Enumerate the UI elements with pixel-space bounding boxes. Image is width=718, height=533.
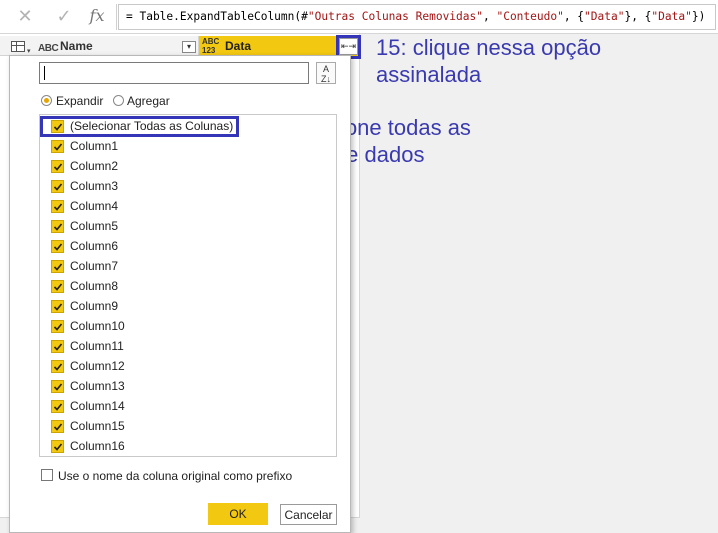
formula-text: , {	[563, 10, 585, 23]
annotation-step-15: 15: clique nessa opção assinalada	[376, 34, 601, 88]
column-item-label: Column7	[70, 259, 119, 273]
checkbox-checked[interactable]	[51, 140, 64, 153]
filter-dropdown-icon[interactable]: ▾	[182, 41, 196, 53]
name-column-label: Name	[60, 39, 93, 53]
radio-label-aggregate: Agregar	[127, 94, 170, 108]
column-list-item[interactable]: Column2	[40, 156, 336, 176]
column-list-item[interactable]: Column12	[40, 356, 336, 376]
prefix-label: Use o nome da coluna original como prefi…	[58, 469, 293, 483]
checkbox-checked[interactable]	[51, 420, 64, 433]
checkbox-checked[interactable]	[51, 260, 64, 273]
data-column-header[interactable]: ABC 123 Data	[199, 36, 336, 56]
annotation-text: 15: clique nessa opção	[376, 35, 602, 60]
column-list-item[interactable]: Column16	[40, 436, 336, 456]
checkbox-checked[interactable]	[51, 180, 64, 193]
formula-string: "Data"	[584, 10, 625, 23]
annotation-text: assinalada	[376, 62, 482, 87]
checkbox-checked[interactable]	[51, 320, 64, 333]
column-item-label: Column1	[70, 139, 119, 153]
checkbox-checked[interactable]	[51, 160, 64, 173]
checkbox-checked[interactable]	[51, 280, 64, 293]
formula-separator	[116, 4, 117, 30]
checkbox-checked[interactable]	[51, 300, 64, 313]
formula-string: "Outras Colunas Removidas"	[307, 10, 483, 23]
column-list-item[interactable]: Column6	[40, 236, 336, 256]
column-item-label: Column5	[70, 219, 119, 233]
column-list-item[interactable]: Column7	[40, 256, 336, 276]
checkbox-checked[interactable]	[51, 400, 64, 413]
column-item-label: Column8	[70, 279, 119, 293]
column-list-item[interactable]: Column15	[40, 416, 336, 436]
column-item-label: Column16	[70, 439, 125, 453]
column-item-label: Column12	[70, 359, 125, 373]
formula-string: "Conteudo"	[496, 10, 564, 23]
search-columns-input[interactable]	[39, 62, 309, 84]
column-list-item[interactable]: Column13	[40, 376, 336, 396]
formula-text: ,	[482, 10, 497, 23]
radio-label-expand: Expandir	[56, 94, 104, 108]
checkbox-checked[interactable]	[51, 440, 64, 453]
radio-button[interactable]	[113, 95, 124, 106]
checkbox-checked[interactable]	[51, 360, 64, 373]
column-item-label: Column10	[70, 319, 125, 333]
name-column-header[interactable]: ▾ ABC Name ▾	[0, 36, 199, 56]
column-list-item[interactable]: Column14	[40, 396, 336, 416]
column-list-item[interactable]: Column9	[40, 296, 336, 316]
formula-text-suffix: })	[691, 10, 706, 23]
column-item-label: Column11	[70, 339, 124, 353]
column-list-item[interactable]: Column3	[40, 176, 336, 196]
sort-az-icon[interactable]: A Z↓	[316, 62, 336, 84]
column-item-label: Column6	[70, 239, 119, 253]
column-list-item[interactable]: Column5	[40, 216, 336, 236]
formula-text: }, {	[624, 10, 652, 23]
checkbox-unchecked[interactable]	[41, 469, 53, 481]
fx-icon[interactable]: fx	[86, 6, 108, 26]
column-item-label: Column15	[70, 419, 125, 433]
column-item-label: Column14	[70, 399, 125, 413]
checkmark-icon[interactable]: ✓	[53, 6, 75, 26]
select-all-item[interactable]: (Selecionar Todas as Colunas)	[40, 116, 336, 137]
formula-string: "Data"	[651, 10, 692, 23]
radio-button-selected[interactable]	[41, 95, 52, 106]
column-list-item[interactable]: Column10	[40, 316, 336, 336]
column-item-label: Column9	[70, 299, 119, 313]
select-all-highlight	[40, 116, 239, 137]
cancel-button[interactable]: Cancelar	[280, 504, 337, 525]
column-item-label: Column3	[70, 179, 119, 193]
column-list-item[interactable]: Column11	[40, 336, 336, 356]
close-x-icon[interactable]: ✕	[14, 6, 36, 26]
column-list-item[interactable]: Column4	[40, 196, 336, 216]
column-list-item[interactable]: Column8	[40, 276, 336, 296]
checkbox-checked[interactable]	[51, 380, 64, 393]
formula-input[interactable]: = Table.ExpandTableColumn(#"Outras Colun…	[118, 4, 716, 30]
column-checklist: (Selecionar Todas as Colunas) Column1 Col…	[39, 114, 337, 457]
column-item-label: Column4	[70, 199, 119, 213]
expand-column-panel: A Z↓ Expandir Agregar (Selecionar Todas a…	[9, 55, 351, 533]
data-column-label: Data	[225, 39, 252, 53]
table-icon[interactable]	[11, 41, 25, 52]
column-item-label: Column2	[70, 159, 119, 173]
type-label-top: ABC	[202, 37, 220, 46]
checkbox-checked[interactable]	[51, 340, 64, 353]
ok-button[interactable]: OK	[208, 503, 268, 525]
column-item-label: Column13	[70, 379, 125, 393]
checkbox-checked[interactable]	[51, 220, 64, 233]
text-caret	[44, 66, 45, 80]
column-list-item[interactable]: Column1	[40, 136, 336, 156]
checkbox-checked[interactable]	[51, 200, 64, 213]
formula-bar: ✕ ✓ fx = Table.ExpandTableColumn(#"Outra…	[0, 0, 718, 34]
type-label-bottom: 123	[202, 46, 216, 55]
checkbox-checked[interactable]	[51, 240, 64, 253]
formula-text-prefix: = Table.ExpandTableColumn(#	[126, 10, 308, 23]
power-query-editor: ✕ ✓ fx = Table.ExpandTableColumn(#"Outra…	[0, 0, 718, 533]
any-type-icon[interactable]: ABC 123	[202, 37, 219, 55]
